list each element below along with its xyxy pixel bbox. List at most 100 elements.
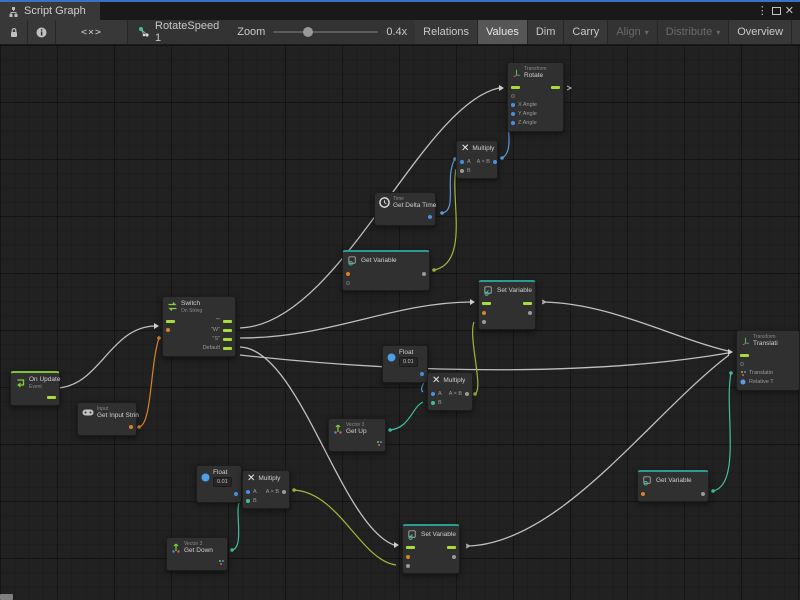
- name-port[interactable]: [406, 555, 410, 559]
- wire-multiplybottom-setvar[interactable]: [294, 490, 396, 565]
- float-value-input[interactable]: 0.01: [399, 357, 418, 367]
- node-switch-on-string[interactable]: Switch On String "" "W" "S" Default: [162, 296, 236, 357]
- wire-getup-multiply[interactable]: [390, 402, 423, 430]
- node-get-input-string[interactable]: Input Get Input Strin: [77, 402, 137, 436]
- node-set-variable-center[interactable]: Set Variable: [478, 280, 536, 330]
- wire-switch-translate[interactable]: [240, 353, 728, 370]
- a-port[interactable]: [460, 160, 464, 164]
- z-angle-port[interactable]: [511, 121, 515, 125]
- wire-getinput-switch[interactable]: [139, 338, 159, 427]
- delta-time-out-port[interactable]: [428, 215, 432, 219]
- vector3-out-port[interactable]: [376, 441, 382, 446]
- b-port[interactable]: [460, 169, 464, 173]
- wire-multiplycenter-setvar[interactable]: [473, 322, 478, 394]
- x-angle-port[interactable]: [511, 103, 515, 107]
- wire-getvarright-translate[interactable]: [713, 373, 731, 491]
- wire-switch-setvar-center[interactable]: [240, 302, 470, 338]
- case-empty-port[interactable]: [223, 320, 232, 323]
- node-get-down[interactable]: Vector 3 Get Down: [166, 537, 228, 571]
- wire-onupdate-switch[interactable]: [58, 326, 154, 388]
- name-port[interactable]: [482, 311, 486, 315]
- node-translate[interactable]: Transform Translati Translatio Relative …: [736, 330, 800, 391]
- y-angle-port[interactable]: [511, 112, 515, 116]
- flow-in-port[interactable]: [166, 320, 175, 323]
- maximize-button[interactable]: [772, 7, 781, 15]
- result-port[interactable]: [282, 490, 286, 494]
- flow-in-port[interactable]: [740, 354, 749, 357]
- window-menu-button[interactable]: ⋮: [757, 6, 768, 17]
- overview-button[interactable]: Overview: [729, 20, 792, 44]
- value-in-port[interactable]: [406, 564, 410, 568]
- node-multiply-bottom[interactable]: ✕ Multiply AA × B B: [242, 470, 290, 509]
- a-port[interactable]: [431, 392, 435, 396]
- distribute-dropdown[interactable]: Distribute▾: [658, 20, 729, 44]
- value-out-port[interactable]: [528, 311, 532, 315]
- relations-button[interactable]: Relations: [415, 20, 478, 44]
- fallback-port[interactable]: [346, 281, 350, 285]
- node-get-variable-top[interactable]: Get Variable: [342, 250, 430, 291]
- target-port[interactable]: [511, 94, 515, 98]
- node-float-bottom[interactable]: Float 0.01: [196, 465, 242, 503]
- wire-switch-rotate[interactable]: [240, 88, 499, 328]
- lock-button[interactable]: [0, 20, 28, 44]
- translation-port[interactable]: [740, 371, 746, 376]
- zoom-slider-thumb[interactable]: [303, 27, 313, 37]
- wire-setvarcenter-translate[interactable]: [542, 302, 728, 351]
- value-out-port[interactable]: [701, 492, 705, 496]
- align-dropdown[interactable]: Align▾: [608, 20, 657, 44]
- result-port[interactable]: [493, 160, 497, 164]
- values-button[interactable]: Values: [478, 20, 528, 44]
- info-button[interactable]: [28, 20, 56, 44]
- name-port[interactable]: [641, 492, 645, 496]
- case-default-port[interactable]: [223, 347, 232, 350]
- wire-setvarbottom-translate[interactable]: [466, 355, 729, 546]
- result-port[interactable]: [465, 392, 469, 396]
- node-get-variable-right[interactable]: Get Variable: [637, 470, 709, 502]
- flow-out-port[interactable]: [551, 86, 560, 89]
- target-port[interactable]: [740, 362, 744, 366]
- value-out-port[interactable]: [422, 272, 426, 276]
- node-get-delta-time[interactable]: Time Get Delta Time: [374, 192, 436, 226]
- value-out-port[interactable]: [452, 555, 456, 559]
- flow-in-port[interactable]: [406, 546, 415, 549]
- wire-getvartop-multiply[interactable]: [434, 169, 456, 270]
- graph-canvas[interactable]: Transform Rotate X Angle Y Angle Z Angle…: [0, 45, 800, 600]
- float-value-input[interactable]: 0.01: [213, 477, 232, 487]
- node-on-update[interactable]: On Update Event: [10, 371, 60, 406]
- selector-port[interactable]: [166, 328, 170, 332]
- case-w-port[interactable]: [223, 329, 232, 332]
- node-float-center[interactable]: Float 0.01: [382, 345, 428, 383]
- flow-out-port[interactable]: [523, 302, 532, 305]
- flow-in-port[interactable]: [511, 86, 520, 89]
- flow-out-port[interactable]: [447, 546, 456, 549]
- float-out-port[interactable]: [234, 492, 238, 496]
- full-screen-button[interactable]: Full Screen: [792, 20, 800, 44]
- name-port[interactable]: [346, 272, 350, 276]
- case-s-port[interactable]: [223, 338, 232, 341]
- node-multiply-center[interactable]: ✕ Multiply AA × B B: [427, 372, 473, 411]
- float-out-port[interactable]: [420, 372, 424, 376]
- close-button[interactable]: ✕: [785, 6, 794, 17]
- flow-arrow: [470, 299, 475, 305]
- carry-button[interactable]: Carry: [564, 20, 608, 44]
- scrollbar-stub[interactable]: [0, 594, 13, 600]
- node-multiply-top[interactable]: ✕ Multiply AA × B B: [456, 140, 498, 179]
- a-port[interactable]: [246, 490, 250, 494]
- vector3-out-port[interactable]: [218, 560, 224, 565]
- zoom-slider[interactable]: [273, 31, 378, 33]
- node-rotate[interactable]: Transform Rotate X Angle Y Angle Z Angle: [507, 62, 564, 132]
- code-preview-button[interactable]: <×>: [56, 20, 128, 44]
- node-get-up[interactable]: Vector 3 Get Up: [328, 418, 386, 452]
- tab-script-graph[interactable]: Script Graph: [0, 2, 100, 20]
- value-in-port[interactable]: [482, 320, 486, 324]
- flow-in-port[interactable]: [482, 302, 491, 305]
- graph-breadcrumb[interactable]: RotateSpeed 1: [128, 20, 229, 44]
- dim-button[interactable]: Dim: [528, 20, 565, 44]
- b-port[interactable]: [431, 401, 435, 405]
- string-out-port[interactable]: [129, 425, 133, 429]
- b-port[interactable]: [246, 499, 250, 503]
- wire-getdown-multiply[interactable]: [232, 501, 240, 550]
- flow-out-port[interactable]: [47, 396, 56, 399]
- wire-deltatime-multiply[interactable]: [442, 159, 455, 213]
- node-set-variable-bottom[interactable]: Set Variable: [402, 524, 460, 574]
